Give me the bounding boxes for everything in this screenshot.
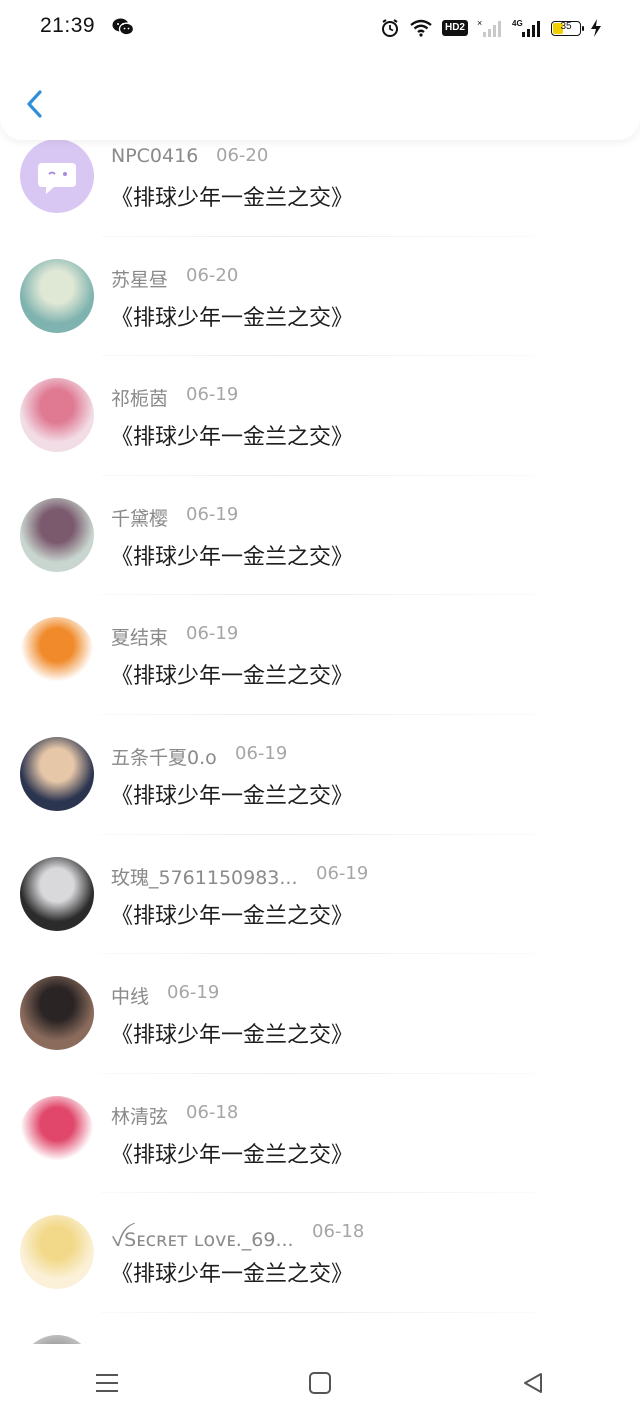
message-title: 《排球少年一金兰之交》 <box>111 186 354 211</box>
divider <box>100 713 540 715</box>
message-date: 06-19 <box>186 384 239 406</box>
chevron-left-icon[interactable] <box>22 84 48 124</box>
list-item[interactable]: 玫瑰_5761150983... 06-19 《排球少年一金兰之交》 <box>0 856 640 984</box>
back-triangle-icon[interactable] <box>513 1363 553 1403</box>
avatar[interactable] <box>20 1215 94 1290</box>
sender-name: 玫瑰_5761150983... <box>111 866 298 889</box>
list-item[interactable]: 五条千夏0.o 06-19 《排球少年一金兰之交》 <box>0 737 640 864</box>
message-date: 06-19 <box>186 623 239 645</box>
signal-4g-icon: 4G <box>512 19 540 37</box>
status-time: 21:39 <box>40 14 96 37</box>
top-header <box>0 56 640 140</box>
sender-name: 千黛樱 <box>111 507 169 530</box>
message-date: 06-19 <box>167 982 220 1004</box>
wechat-icon <box>112 18 134 36</box>
list-item[interactable]: 中线 06-19 《排球少年一金兰之交》 <box>0 976 640 1103</box>
avatar[interactable] <box>20 497 94 572</box>
sender-name: 苏星昼 <box>111 268 169 291</box>
sender-name: NPC0416 <box>111 145 199 167</box>
alarm-icon <box>381 19 398 37</box>
message-date: 06-18 <box>186 1101 239 1123</box>
divider <box>100 474 540 476</box>
sender-name: 中线 <box>111 986 150 1009</box>
avatar[interactable] <box>20 1095 94 1170</box>
list-item[interactable]: 千黛樱 06-19 《排球少年一金兰之交》 <box>0 497 640 625</box>
message-list[interactable]: NPC0416 06-20 《排球少年一金兰之交》 苏星昼 06-20 《排球少年一金兰之… <box>0 138 640 1344</box>
divider <box>100 833 540 835</box>
message-title: 《排球少年一金兰之交》 <box>111 305 354 331</box>
message-title: 《排球少年一金兰之交》 <box>111 1262 354 1288</box>
divider <box>100 594 540 596</box>
wifi-icon <box>410 19 432 37</box>
message-title: 《排球少年一金兰之交》 <box>111 664 354 690</box>
list-item[interactable]: 祁栀茵 06-19 《排球少年一金兰之交》 <box>0 378 640 505</box>
avatar[interactable] <box>20 258 94 333</box>
battery-icon: 35 <box>551 20 584 36</box>
message-title: 《排球少年一金兰之交》 <box>111 425 354 451</box>
sender-name: 祁栀茵 <box>111 388 169 411</box>
no-signal-icon: × <box>477 18 501 37</box>
list-item[interactable]: 苏星昼 06-20 《排球少年一金兰之交》 <box>0 258 640 386</box>
list-item[interactable]: ꪜSᴇᴄʀᴇᴛ ʟᴏᴠᴇ._69... 06-18 《排球少年一金兰之交》 <box>0 1215 640 1342</box>
message-title: 《排球少年一金兰之交》 <box>111 544 354 570</box>
message-date: 06-20 <box>216 145 269 166</box>
avatar[interactable] <box>20 139 94 213</box>
avatar[interactable] <box>20 856 94 931</box>
charging-icon <box>591 19 601 37</box>
sender-name: ꪜSᴇᴄʀᴇᴛ ʟᴏᴠᴇ._69... <box>111 1229 294 1252</box>
chat-bubble-icon <box>38 163 76 194</box>
status-bar: 21:39 HD2 × 4G 35 <box>0 0 640 56</box>
home-square-icon[interactable] <box>300 1363 340 1403</box>
svg-text:×: × <box>477 18 482 28</box>
hd-icon: HD2 <box>441 20 468 36</box>
message-title: 《排球少年一金兰之交》 <box>111 784 354 809</box>
divider <box>100 235 540 237</box>
avatar[interactable] <box>20 617 94 692</box>
message-date: 06-18 <box>312 1221 365 1243</box>
svg-text:4G: 4G <box>512 19 523 28</box>
sender-name: 五条千夏0.o <box>111 747 217 769</box>
sender-name: 夏结束 <box>111 627 169 650</box>
message-date: 06-19 <box>235 743 288 764</box>
message-title: 《排球少年一金兰之交》 <box>111 1023 354 1049</box>
divider <box>100 1192 540 1194</box>
divider <box>100 1311 540 1313</box>
menu-icon[interactable] <box>87 1363 127 1403</box>
message-date: 06-20 <box>186 264 239 286</box>
avatar[interactable] <box>20 378 94 453</box>
system-nav-bar <box>0 1344 640 1422</box>
avatar[interactable] <box>20 976 94 1051</box>
list-item[interactable]: 林清弦 06-18 《排球少年一金兰之交》 <box>0 1095 640 1223</box>
divider <box>100 355 540 357</box>
divider <box>100 1072 540 1074</box>
message-date: 06-19 <box>316 862 369 884</box>
message-date: 06-19 <box>186 503 239 525</box>
message-title: 《排球少年一金兰之交》 <box>111 1142 354 1168</box>
message-title: 《排球少年一金兰之交》 <box>111 903 354 929</box>
list-item[interactable]: NPC0416 06-20 《排球少年一金兰之交》 <box>0 139 640 266</box>
avatar[interactable] <box>20 737 94 811</box>
sender-name: 林清弦 <box>111 1105 169 1128</box>
divider <box>100 953 540 955</box>
battery-level: 35 <box>560 20 572 32</box>
list-item[interactable]: 夏结束 06-19 《排球少年一金兰之交》 <box>0 617 640 744</box>
